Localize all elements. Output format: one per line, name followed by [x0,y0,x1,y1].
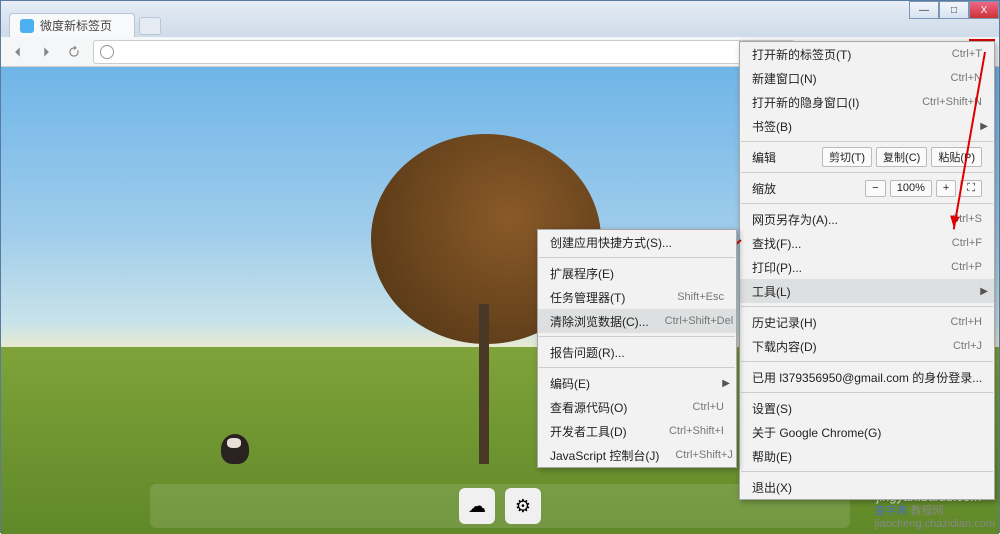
dock-settings-button[interactable]: ⚙ [505,488,541,524]
menu-history[interactable]: 历史记录(H)Ctrl+H [740,310,994,334]
zoom-level: 100% [890,180,932,197]
chrome-main-menu: 打开新的标签页(T)Ctrl+T 新建窗口(N)Ctrl+N 打开新的隐身窗口(… [739,41,995,500]
tools-submenu: 创建应用快捷方式(S)... 扩展程序(E) 任务管理器(T)Shift+Esc… [537,229,737,468]
window-minimize-button[interactable]: — [909,1,939,19]
submenu-create-shortcut[interactable]: 创建应用快捷方式(S)... [538,230,736,254]
window-controls: — □ X [909,1,999,19]
submenu-js-console[interactable]: JavaScript 控制台(J)Ctrl+Shift+J [538,443,736,467]
tab-strip: 微度新标签页 [1,9,999,37]
window-close-button[interactable]: X [969,1,999,19]
menu-find[interactable]: 查找(F)...Ctrl+F [740,231,994,255]
menu-edit-row: 编辑 剪切(T) 复制(C) 粘贴(P) [740,145,994,169]
menu-new-window[interactable]: 新建窗口(N)Ctrl+N [740,66,994,90]
back-button[interactable] [5,40,31,64]
submenu-view-source[interactable]: 查看源代码(O)Ctrl+U [538,395,736,419]
menu-paste-button[interactable]: 粘贴(P) [931,147,982,167]
submenu-clear-browsing-data[interactable]: 清除浏览数据(C)...Ctrl+Shift+Del [538,309,736,333]
zoom-out-button[interactable]: − [865,180,885,197]
forward-button[interactable] [33,40,59,64]
menu-zoom-row: 缩放 − 100% + ⛶ [740,176,994,200]
wallpaper-tree-trunk [479,304,489,464]
submenu-extensions[interactable]: 扩展程序(E) [538,261,736,285]
menu-help[interactable]: 帮助(E) [740,444,994,468]
footer-watermark: 查字典 教程网 jiaocheng.chazidian.com [875,502,995,530]
window-maximize-button[interactable]: □ [939,1,969,19]
menu-new-tab[interactable]: 打开新的标签页(T)Ctrl+T [740,42,994,66]
zoom-in-button[interactable]: + [936,180,956,197]
address-bar[interactable]: ☆ [93,40,795,64]
new-tab-button[interactable] [139,17,161,35]
tab-title: 微度新标签页 [40,17,112,34]
submenu-encoding[interactable]: 编码(E)▶ [538,371,736,395]
menu-incognito[interactable]: 打开新的隐身窗口(I)Ctrl+Shift+N [740,90,994,114]
browser-window: — □ X 微度新标签页 ☆ Q ◎ ◐ ◔ ◆ ✔ ♪ [0,0,1000,533]
wallpaper-dog [221,434,249,464]
browser-tab[interactable]: 微度新标签页 [9,13,135,37]
menu-downloads[interactable]: 下载内容(D)Ctrl+J [740,334,994,358]
submenu-dev-tools[interactable]: 开发者工具(D)Ctrl+Shift+I [538,419,736,443]
tab-favicon [20,19,34,33]
menu-print[interactable]: 打印(P)...Ctrl+P [740,255,994,279]
menu-bookmarks[interactable]: 书签(B)▶ [740,114,994,138]
menu-exit[interactable]: 退出(X) [740,475,994,499]
globe-icon [100,45,114,59]
dock-cloud-button[interactable]: ☁ [459,488,495,524]
reload-button[interactable] [61,40,87,64]
menu-signed-in[interactable]: 已用 l379356950@gmail.com 的身份登录... [740,365,994,389]
menu-about[interactable]: 关于 Google Chrome(G) [740,420,994,444]
menu-copy-button[interactable]: 复制(C) [876,147,927,167]
submenu-report-issue[interactable]: 报告问题(R)... [538,340,736,364]
menu-settings[interactable]: 设置(S) [740,396,994,420]
menu-cut-button[interactable]: 剪切(T) [822,147,872,167]
submenu-task-manager[interactable]: 任务管理器(T)Shift+Esc [538,285,736,309]
menu-tools[interactable]: 工具(L)▶ [740,279,994,303]
window-titlebar: — □ X [1,1,999,9]
fullscreen-button[interactable]: ⛶ [960,180,982,197]
